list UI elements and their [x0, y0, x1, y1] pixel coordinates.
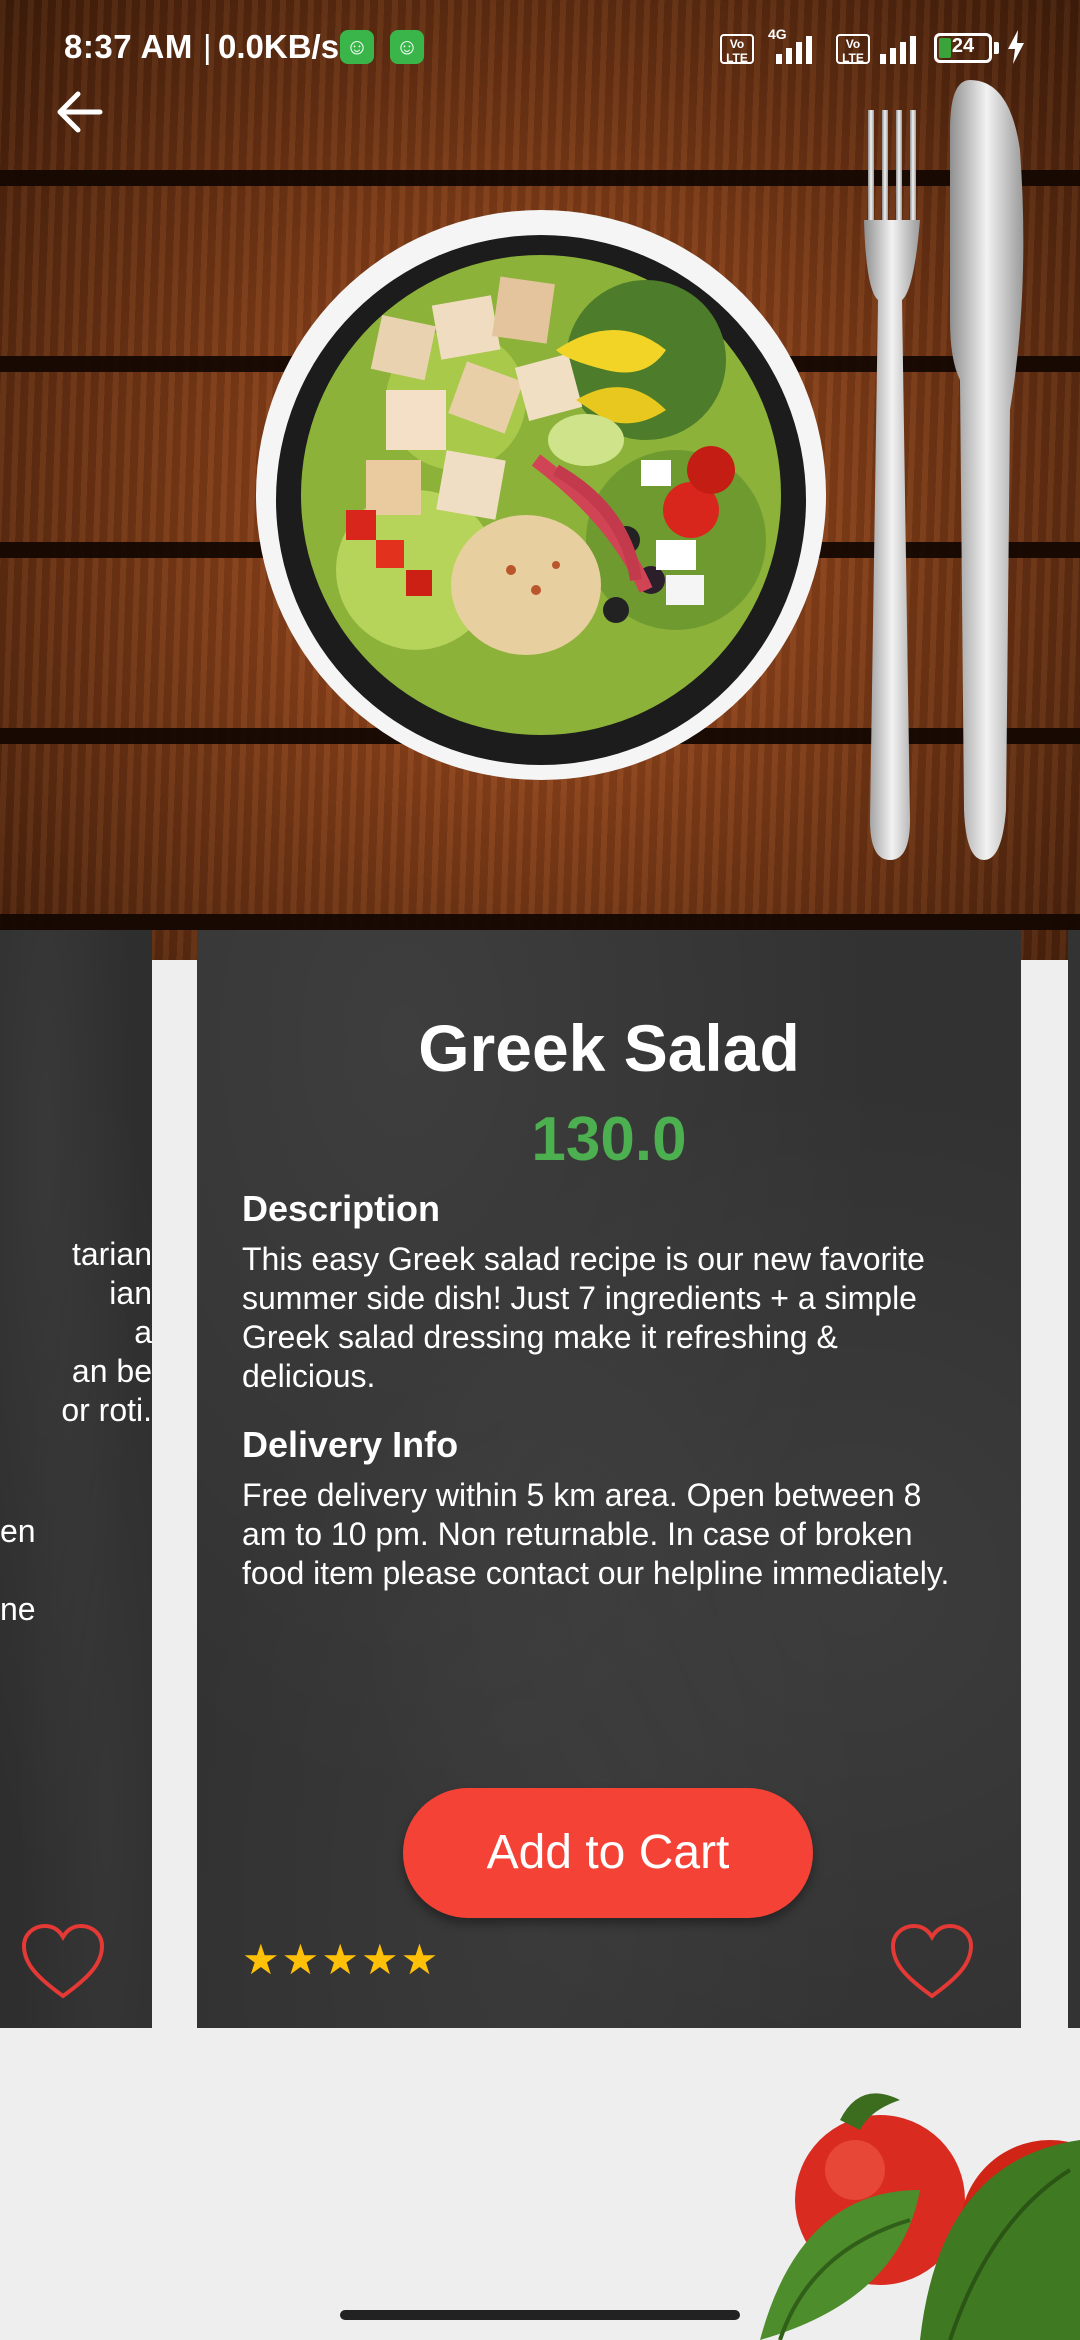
star-icon: ★ — [321, 1936, 359, 1983]
bolt-icon — [1008, 30, 1024, 64]
volte-sim1-icon: Vo LTE — [720, 34, 754, 65]
volte-sim2-icon: Vo LTE — [836, 34, 870, 65]
status-time: 8:37 AM — [64, 28, 193, 65]
add-to-cart-button[interactable]: Add to Cart — [403, 1788, 813, 1918]
rating-stars: ★★★★★ — [242, 1936, 440, 1983]
heart-outline-icon[interactable] — [887, 1922, 977, 2002]
status-separator: | — [203, 28, 212, 65]
previous-product-card[interactable]: tarian ian a an be or roti. en ne — [0, 930, 152, 2028]
next-product-card[interactable] — [1068, 930, 1080, 2028]
status-bar: 8:37 AM | 0.0KB/s ☺ ☺ Vo LTE 4G Vo LTE 2… — [0, 0, 1080, 96]
status-network-speed: 0.0KB/s — [218, 28, 340, 65]
product-card: Greek Salad 130.0 Description This easy … — [197, 930, 1021, 2028]
description-heading: Description — [242, 1188, 441, 1229]
star-icon: ★ — [400, 1936, 439, 1983]
star-icon: ★ — [281, 1936, 320, 1983]
description-text: This easy Greek salad recipe is our new … — [242, 1241, 925, 1394]
notification-app-icon: ☺ — [340, 30, 374, 64]
battery-percent: 24 — [951, 35, 975, 57]
product-name: Greek Salad — [418, 1011, 800, 1085]
battery-icon: 24 — [934, 33, 992, 63]
notification-app-icon: ☺ — [390, 30, 424, 64]
previous-card-delivery: en ne — [0, 1513, 36, 1627]
tomato-basil-decoration — [760, 2093, 1080, 2340]
salad-plate-image — [256, 210, 826, 780]
home-indicator[interactable] — [340, 2310, 740, 2320]
signal-sim2-icon — [880, 36, 916, 64]
star-icon: ★ — [242, 1936, 280, 1983]
product-price: 130.0 — [531, 1105, 687, 1174]
signal-sim1-icon — [776, 36, 812, 64]
arrow-left-icon[interactable] — [50, 82, 110, 142]
star-icon: ★ — [360, 1936, 399, 1983]
delivery-info-text: Free delivery within 5 km area. Open bet… — [242, 1477, 950, 1591]
battery-nub — [994, 42, 999, 54]
hero-image: 8:37 AM | 0.0KB/s ☺ ☺ Vo LTE 4G Vo LTE 2… — [0, 0, 1080, 960]
delivery-info-heading: Delivery Info — [242, 1424, 459, 1465]
fork-knife-image — [864, 80, 1024, 860]
heart-outline-icon[interactable] — [18, 1922, 108, 2002]
previous-card-description: tarian ian a an be or roti. — [61, 1236, 152, 1428]
